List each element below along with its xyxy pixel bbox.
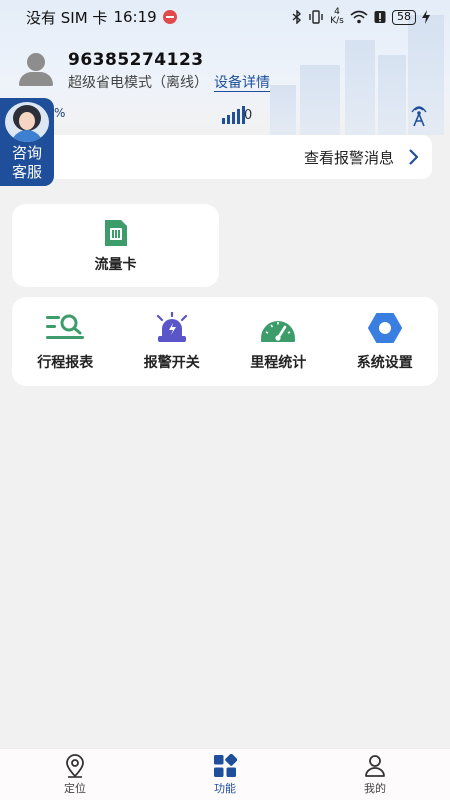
function-grid: 行程报表 报警开关 里程统计 系统设置 bbox=[12, 297, 438, 386]
tab-functions-label: 功能 bbox=[214, 781, 236, 795]
signal-value: 0 bbox=[244, 108, 253, 123]
signal-row: % 0 bbox=[0, 102, 450, 130]
avatar-icon bbox=[16, 50, 56, 90]
alert-icon bbox=[374, 11, 386, 23]
signal-bars-icon bbox=[222, 106, 245, 124]
mileage-stats-button[interactable]: 里程统计 bbox=[225, 297, 332, 386]
system-settings-button[interactable]: 系统设置 bbox=[332, 297, 439, 386]
device-mode: 超级省电模式（离线） bbox=[68, 75, 208, 91]
device-id: 96385274123 bbox=[68, 50, 204, 70]
clock: 16:19 bbox=[113, 8, 157, 26]
sim-card-button[interactable]: 流量卡 bbox=[12, 204, 219, 287]
trip-report-button[interactable]: 行程报表 bbox=[12, 297, 119, 386]
alarm-messages-link[interactable]: 查看报警消息 bbox=[50, 135, 432, 179]
speedometer-icon bbox=[261, 320, 296, 342]
tab-mine-label: 我的 bbox=[364, 781, 386, 795]
gps-tower-icon bbox=[411, 106, 427, 127]
vibrate-icon bbox=[309, 10, 323, 24]
charging-icon bbox=[422, 10, 430, 24]
screen-record-icon bbox=[162, 10, 177, 24]
status-bar: 没有 SIM 卡 16:19 4 K/s 58 bbox=[0, 0, 450, 34]
tab-functions[interactable]: 功能 bbox=[150, 749, 300, 800]
sim-card-label: 流量卡 bbox=[94, 256, 137, 273]
tab-mine[interactable]: 我的 bbox=[300, 749, 450, 800]
battery-indicator: 58 bbox=[392, 9, 416, 25]
device-profile: 96385274123 超级省电模式（离线） 设备详情 bbox=[16, 50, 270, 92]
location-pin-icon bbox=[66, 753, 84, 778]
battery-percent: % bbox=[54, 106, 66, 120]
alarm-switch-label: 报警开关 bbox=[143, 354, 200, 371]
agent-avatar-icon bbox=[5, 102, 49, 142]
alarm-messages-label: 查看报警消息 bbox=[303, 148, 394, 167]
device-detail-link[interactable]: 设备详情 bbox=[214, 75, 270, 92]
chevron-right-icon bbox=[409, 149, 418, 165]
bluetooth-icon bbox=[292, 10, 302, 24]
alarm-siren-icon bbox=[156, 311, 187, 342]
trip-report-icon bbox=[46, 314, 85, 339]
system-settings-label: 系统设置 bbox=[356, 354, 413, 371]
function-grid-icon bbox=[214, 753, 237, 777]
network-speed: 4 K/s bbox=[330, 7, 344, 26]
customer-service-button[interactable]: 咨询客服 bbox=[0, 98, 54, 186]
settings-hex-icon bbox=[367, 312, 402, 343]
trip-report-label: 行程报表 bbox=[37, 354, 94, 371]
wifi-icon bbox=[350, 10, 368, 24]
tab-location-label: 定位 bbox=[64, 781, 86, 795]
alarm-switch-button[interactable]: 报警开关 bbox=[119, 297, 226, 386]
customer-service-label: 咨询客服 bbox=[11, 144, 42, 181]
sim-card-icon bbox=[104, 219, 127, 246]
bottom-tab-bar: 定位 功能 我的 bbox=[0, 748, 450, 800]
mileage-stats-label: 里程统计 bbox=[250, 354, 307, 371]
tab-location[interactable]: 定位 bbox=[0, 749, 150, 800]
user-icon bbox=[365, 754, 385, 777]
carrier-text: 没有 SIM 卡 bbox=[26, 8, 108, 27]
